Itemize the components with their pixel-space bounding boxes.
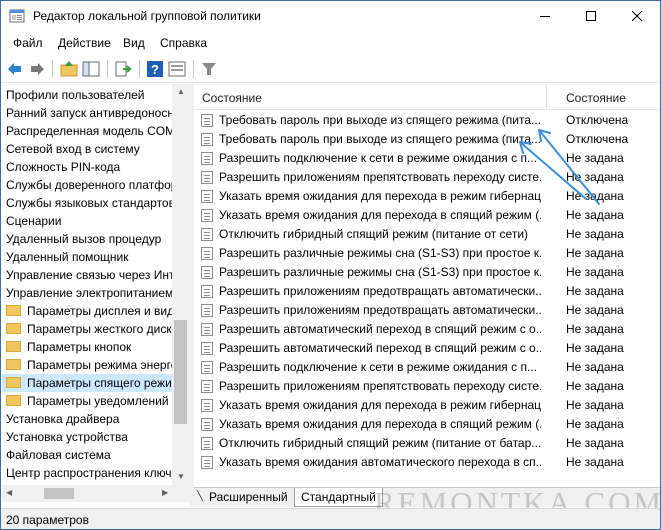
- close-button[interactable]: [614, 1, 660, 31]
- tab-standard[interactable]: Стандартный: [294, 488, 383, 507]
- maximize-icon: [585, 10, 596, 21]
- tree-item-label: Службы языковых стандартов: [6, 196, 175, 210]
- tree-item-label: Параметры уведомлений: [27, 394, 169, 408]
- tree-item-label: Удаленный вызов процедур: [6, 232, 162, 246]
- tree-item-label: Управление электропитанием: [6, 286, 174, 300]
- folder-icon: [6, 341, 21, 353]
- tree-item-label: Сетевой вход в систему: [6, 142, 140, 156]
- back-arrow-icon[interactable]: [5, 59, 25, 79]
- tree-item-label: Файловая система: [6, 448, 111, 462]
- toolbar-separator: [193, 60, 194, 78]
- folder-icon: [6, 323, 21, 335]
- status-bar: 20 параметров: [1, 508, 660, 529]
- tree-vertical-scrollbar[interactable]: ▲ ▼: [172, 84, 189, 485]
- scroll-left-icon[interactable]: ◀: [6, 488, 12, 497]
- tree-item-folder[interactable]: Параметры жесткого диск: [6, 320, 172, 338]
- tree-item[interactable]: Установка устройства: [6, 428, 128, 446]
- menu-help[interactable]: Справка: [160, 36, 207, 50]
- scroll-right-icon[interactable]: ▶: [162, 488, 168, 497]
- tree-item[interactable]: Распределенная модель COM: [6, 122, 175, 140]
- minimize-icon: [539, 15, 550, 17]
- tree-item[interactable]: Удаленный вызов процедур: [6, 230, 161, 248]
- tree-item-label: Распределенная модель COM: [6, 124, 176, 138]
- menu-view[interactable]: Вид: [123, 36, 145, 50]
- tree-item-label: Установка драйвера: [6, 412, 120, 426]
- annotation-arrows: [519, 129, 600, 205]
- properties-icon[interactable]: [167, 59, 187, 79]
- tree-item[interactable]: Управление связью через Инт: [6, 266, 174, 284]
- tree-item[interactable]: Удаленный помощник: [6, 248, 129, 266]
- toolbar: ?: [1, 55, 660, 83]
- tree-horizontal-scrollbar[interactable]: ◀ ▶: [2, 485, 189, 502]
- forward-arrow-icon[interactable]: [27, 59, 47, 79]
- tree-item-label: Параметры кнопок: [27, 340, 132, 354]
- export-list-icon[interactable]: [113, 59, 133, 79]
- tree-item[interactable]: Сложность PIN-кода: [6, 158, 120, 176]
- help-icon[interactable]: ?: [145, 59, 165, 79]
- tree-item-folder[interactable]: Параметры уведомлений: [6, 392, 169, 410]
- tree-item-label: Управление связью через Инт: [6, 268, 175, 282]
- scroll-thumb[interactable]: [44, 488, 74, 499]
- tree-item[interactable]: Управление электропитанием: [6, 284, 173, 302]
- tree-item-folder[interactable]: Параметры кнопок: [6, 338, 131, 356]
- tree-item-label: Ранний запуск антивредоносн: [6, 106, 174, 120]
- toolbar-separator: [139, 60, 140, 78]
- tab-extended-label: Расширенный: [209, 490, 288, 504]
- tree-item-label: Сложность PIN-кода: [6, 160, 121, 174]
- tree-item-label: Установка устройства: [6, 430, 128, 444]
- toolbar-separator: [107, 60, 108, 78]
- window-title: Редактор локальной групповой политики: [33, 9, 261, 23]
- maximize-button[interactable]: [568, 1, 614, 31]
- close-icon: [631, 10, 642, 21]
- tree-item-label: Параметры режима энерго: [27, 358, 178, 372]
- tree-item[interactable]: Службы доверенного платфор: [6, 176, 177, 194]
- tree-item[interactable]: Файловая система: [6, 446, 111, 464]
- show-hide-tree-icon[interactable]: [81, 59, 101, 79]
- tree-item-folder[interactable]: Параметры дисплея и виде: [6, 302, 181, 320]
- tree-item-label: Параметры дисплея и виде: [27, 304, 181, 318]
- gpedit-app-icon: [9, 9, 25, 23]
- scroll-down-icon[interactable]: ▼: [177, 472, 185, 481]
- annotation-arrow-2: [519, 141, 587, 200]
- scroll-up-icon[interactable]: ▲: [177, 87, 185, 96]
- tree-item[interactable]: Профили пользователей: [6, 86, 144, 104]
- tree-item-label: Сценарии: [6, 214, 62, 228]
- filter-icon[interactable]: [199, 59, 219, 79]
- tree-item-folder[interactable]: Параметры режима энерго: [6, 356, 177, 374]
- tree-item[interactable]: Сценарии: [6, 212, 61, 230]
- folder-icon: [6, 377, 21, 389]
- minimize-button[interactable]: [522, 1, 568, 31]
- toolbar-separator: [52, 60, 53, 78]
- folder-icon: [6, 395, 21, 407]
- tree-item[interactable]: Центр распространения ключ: [6, 464, 172, 482]
- tree-item-label: Удаленный помощник: [6, 250, 129, 264]
- tab-extended[interactable]: Расширенный: [203, 488, 294, 507]
- tree-item-label: Параметры жесткого диск: [27, 322, 172, 336]
- gpedit-window: Редактор локальной групповой политики Фа…: [0, 0, 661, 530]
- menu-file[interactable]: Файл: [13, 36, 43, 50]
- tree-item[interactable]: Установка драйвера: [6, 410, 119, 428]
- menu-bar: Файл Действие Вид Справка: [1, 32, 660, 54]
- tree-item-label: Профили пользователей: [6, 88, 145, 102]
- title-bar: Редактор локальной групповой политики: [1, 1, 660, 31]
- tree-item-folder-selected[interactable]: Параметры спящего режи: [2, 374, 173, 392]
- tree-item[interactable]: Ранний запуск антивредоносн: [6, 104, 174, 122]
- up-folder-icon[interactable]: [59, 59, 79, 79]
- tree-item-label: Параметры спящего режи: [27, 376, 172, 390]
- status-text: 20 параметров: [6, 513, 89, 527]
- scroll-thumb[interactable]: [174, 320, 187, 424]
- tree-item-label: Службы доверенного платфор: [6, 178, 178, 192]
- tab-standard-label: Стандартный: [301, 490, 376, 504]
- settings-list: Состояние Состояние Требовать пароль при…: [194, 84, 660, 487]
- menu-action[interactable]: Действие: [58, 36, 111, 50]
- tree-item[interactable]: Сетевой вход в систему: [6, 140, 140, 158]
- tree-item-label: Центр распространения ключ: [6, 466, 172, 480]
- tree-item[interactable]: Службы языковых стандартов: [6, 194, 175, 212]
- folder-icon: [6, 359, 21, 371]
- navigation-tree: Профили пользователей Ранний запуск анти…: [2, 84, 189, 507]
- svg-text:?: ?: [151, 62, 159, 77]
- folder-icon: [6, 305, 21, 317]
